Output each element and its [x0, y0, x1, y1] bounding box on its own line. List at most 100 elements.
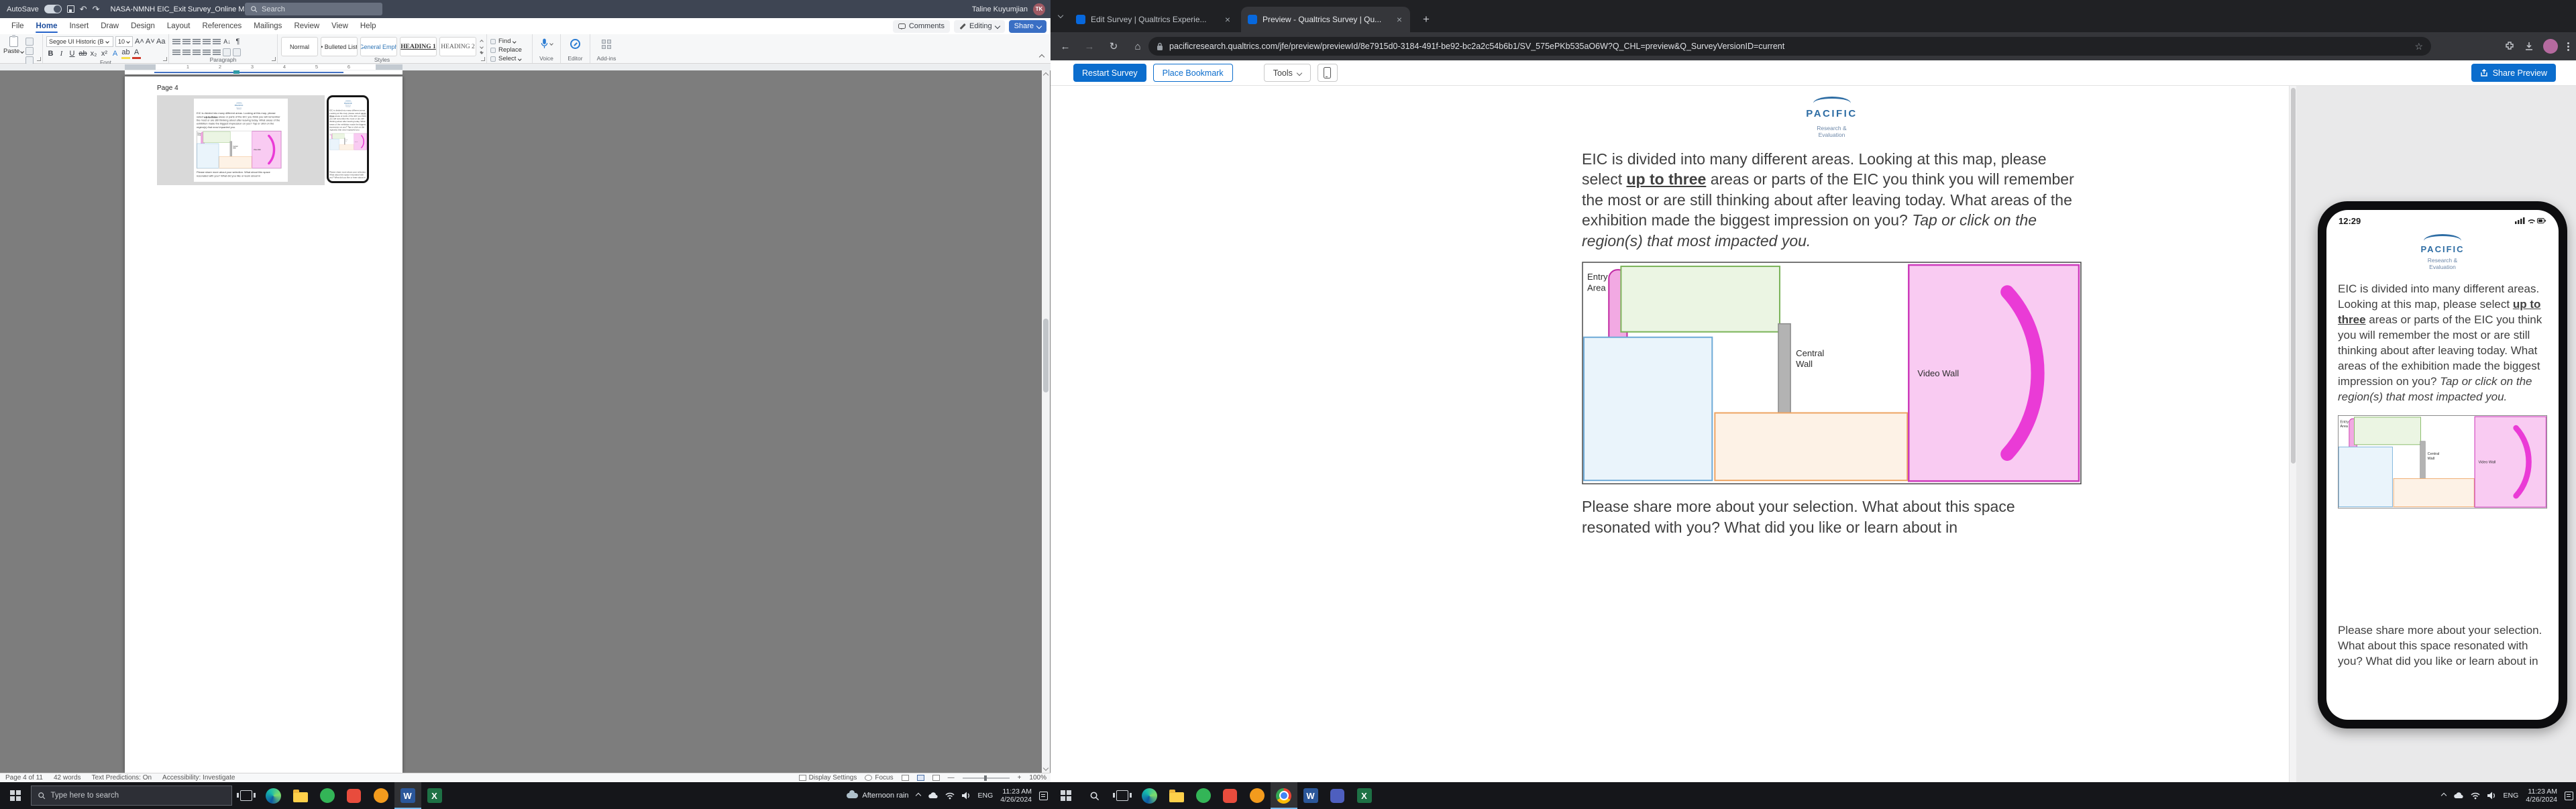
- shrink-font-button[interactable]: A˅: [146, 38, 154, 46]
- place-bookmark-button[interactable]: Place Bookmark: [1153, 64, 1233, 82]
- map-region-lower-middle-gallery[interactable]: [339, 145, 354, 150]
- highlight-color-button[interactable]: ab: [121, 48, 130, 59]
- map-region-top-gallery[interactable]: [2354, 417, 2420, 445]
- zoom-in-button[interactable]: +: [1018, 774, 1022, 781]
- tab-references[interactable]: References: [196, 19, 248, 33]
- map-region-top-gallery[interactable]: [1621, 266, 1780, 332]
- central-wall-shape[interactable]: [1778, 324, 1790, 420]
- taskbar-word-icon[interactable]: W: [394, 782, 421, 809]
- print-layout-icon[interactable]: [917, 775, 924, 781]
- add-ins-button[interactable]: [602, 40, 611, 49]
- language-indicator[interactable]: ENG: [2504, 792, 2519, 800]
- map-region-video-wall[interactable]: Video Wall: [1909, 265, 2079, 481]
- map-region-top-gallery[interactable]: [203, 131, 230, 143]
- map-region-lower-left-gallery[interactable]: [1584, 337, 1712, 480]
- styles-gallery-expand-icon[interactable]: [480, 50, 484, 54]
- increase-indent-button[interactable]: [213, 39, 221, 45]
- share-preview-button[interactable]: Share Preview: [2471, 64, 2556, 82]
- tab-draw[interactable]: Draw: [95, 19, 125, 33]
- zoom-slider[interactable]: [963, 777, 1010, 779]
- map-region-lower-middle-gallery[interactable]: [2394, 478, 2474, 506]
- close-tab-icon[interactable]: ×: [1395, 14, 1403, 25]
- align-center-button[interactable]: [182, 50, 191, 56]
- find-button[interactable]: Find: [490, 38, 529, 45]
- undo-icon[interactable]: ↶: [80, 4, 87, 15]
- style-heading-2[interactable]: HEADING 2: [439, 37, 476, 56]
- dialog-launcher-icon[interactable]: [481, 57, 485, 61]
- superscript-button[interactable]: x²: [100, 50, 109, 58]
- bold-button[interactable]: B: [46, 50, 55, 58]
- hidden-icons-chevron[interactable]: [915, 793, 920, 798]
- grow-font-button[interactable]: A˄: [135, 38, 144, 46]
- scroll-up-icon[interactable]: [1043, 72, 1049, 78]
- eic-floor-map[interactable]: Entry Area Central Wall Video Wall: [2338, 415, 2547, 508]
- style-bulleted-list[interactable]: • Bulleted List: [321, 37, 358, 56]
- restart-survey-button[interactable]: Restart Survey: [1073, 64, 1146, 82]
- central-wall-shape[interactable]: [2420, 441, 2426, 482]
- central-wall-shape[interactable]: [344, 138, 345, 146]
- line-spacing-button[interactable]: [213, 50, 221, 56]
- map-region-lower-left-gallery[interactable]: [329, 139, 339, 150]
- taskbar-file-explorer-icon[interactable]: [1163, 782, 1190, 809]
- scroll-down-icon[interactable]: [1043, 765, 1049, 771]
- chrome-tab-preview[interactable]: Preview - Qualtrics Survey | Qu... ×: [1241, 7, 1410, 32]
- language-indicator[interactable]: ENG: [978, 792, 994, 800]
- notification-center-icon[interactable]: [2565, 792, 2573, 800]
- taskbar-app-green-icon[interactable]: [1190, 782, 1217, 809]
- eic-floor-map[interactable]: Entry Area Central Wall Video Wall: [197, 131, 282, 168]
- tab-file[interactable]: File: [5, 19, 30, 33]
- borders-button[interactable]: [233, 48, 241, 56]
- sort-button[interactable]: A↓: [223, 38, 231, 46]
- taskbar-search-icon[interactable]: [1081, 782, 1108, 809]
- tab-layout[interactable]: Layout: [161, 19, 197, 33]
- refresh-icon[interactable]: ↻: [1104, 37, 1123, 56]
- taskbar-search-box[interactable]: Type here to search: [31, 786, 232, 806]
- profile-avatar[interactable]: [2543, 39, 2558, 54]
- subscript-button[interactable]: x₂: [89, 50, 98, 58]
- desktop-mockup-image[interactable]: PACIFIC Research & Evaluation EIC is div…: [157, 95, 325, 185]
- address-bar[interactable]: pacificresearch.qualtrics.com/jfe/previe…: [1148, 37, 2431, 56]
- eic-floor-map[interactable]: Entry Area Central Wall Video Wall: [329, 133, 367, 150]
- eic-floor-map[interactable]: Entry Area Central Wall Video Wall: [1582, 262, 2082, 484]
- tab-view[interactable]: View: [325, 19, 354, 33]
- strikethrough-button[interactable]: ab: [78, 50, 87, 58]
- style-normal[interactable]: Normal: [281, 37, 318, 56]
- word-count[interactable]: 42 words: [54, 774, 81, 781]
- editing-mode-button[interactable]: Editing: [954, 20, 1005, 33]
- central-wall-shape[interactable]: [230, 142, 232, 158]
- tools-dropdown[interactable]: Tools: [1264, 64, 1311, 82]
- word-search-box[interactable]: Search: [245, 3, 382, 15]
- taskbar-edge-icon[interactable]: [260, 782, 287, 809]
- user-avatar[interactable]: TK: [1033, 3, 1045, 15]
- change-case-button[interactable]: Aa: [156, 38, 165, 46]
- comments-button[interactable]: Comments: [893, 20, 950, 33]
- scrollbar-thumb[interactable]: [2291, 88, 2296, 464]
- taskbar-edge-icon[interactable]: [1136, 782, 1163, 809]
- taskbar-app-orange-icon[interactable]: [1244, 782, 1271, 809]
- font-color-button[interactable]: A: [132, 48, 141, 59]
- extensions-icon[interactable]: [2504, 41, 2515, 52]
- redo-icon[interactable]: ↷: [93, 4, 100, 15]
- select-button[interactable]: Select: [490, 55, 529, 62]
- task-view-button[interactable]: [240, 790, 252, 801]
- horizontal-ruler[interactable]: 1 2 3 4 5 6: [0, 64, 1051, 70]
- onedrive-icon[interactable]: [2453, 792, 2463, 800]
- taskbar-word-icon[interactable]: W: [1297, 782, 1324, 809]
- cut-icon[interactable]: [25, 38, 34, 46]
- taskbar-app-red-icon[interactable]: [341, 782, 368, 809]
- preview-scrollbar[interactable]: [2289, 86, 2296, 782]
- decrease-indent-button[interactable]: [203, 39, 211, 45]
- chrome-menu-icon[interactable]: [2567, 46, 2569, 48]
- volume-icon[interactable]: [962, 792, 971, 800]
- tab-mailings[interactable]: Mailings: [248, 19, 288, 33]
- focus-button[interactable]: Focus: [865, 774, 893, 781]
- taskbar-excel-icon[interactable]: X: [1351, 782, 1378, 809]
- weather-widget[interactable]: Afternoon rain: [847, 792, 908, 800]
- home-icon[interactable]: ⌂: [1128, 37, 1147, 56]
- tab-home[interactable]: Home: [30, 19, 64, 33]
- autosave-toggle[interactable]: [44, 5, 62, 13]
- dialog-launcher-icon[interactable]: [163, 57, 167, 61]
- text-effects-button[interactable]: A: [111, 50, 119, 58]
- tab-review[interactable]: Review: [288, 19, 325, 33]
- align-right-button[interactable]: [193, 50, 201, 56]
